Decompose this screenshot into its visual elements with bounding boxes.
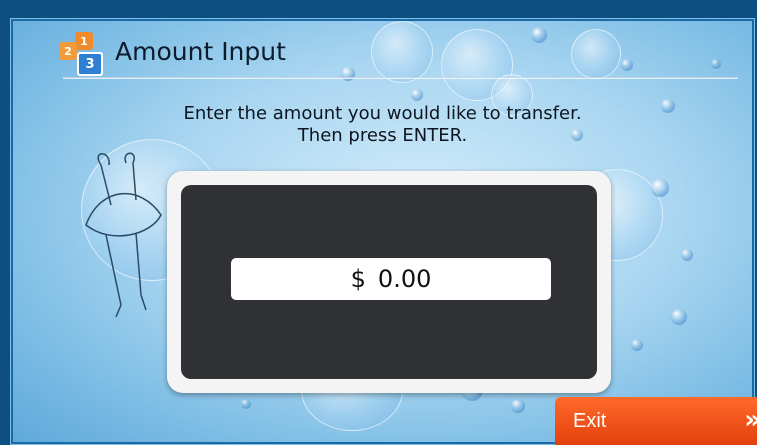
- title-divider: [63, 77, 738, 79]
- amount-input-frame: $ 0.00: [167, 171, 611, 393]
- instruction-line-2: Then press ENTER.: [297, 125, 468, 146]
- decorative-bubble: [651, 179, 669, 197]
- chevron-right-icon: »: [744, 405, 757, 435]
- decorative-bubble: [511, 399, 525, 413]
- amount-input[interactable]: $ 0.00: [231, 258, 551, 300]
- decorative-bubble: [531, 27, 547, 43]
- instruction-line-1: Enter the amount you would like to trans…: [183, 103, 582, 124]
- step-2-badge: 2: [59, 42, 77, 60]
- step-1-badge: 1: [75, 32, 93, 50]
- step-3-badge: 3: [77, 52, 103, 76]
- decorative-bubble: [621, 59, 633, 71]
- atm-screen: 1 2 3 Amount Input Enter the amount you …: [0, 0, 757, 445]
- decorative-bubble: [411, 89, 423, 101]
- exit-button-label: Exit: [573, 409, 607, 432]
- decorative-bubble: [681, 249, 693, 261]
- decorative-bubble: [241, 399, 251, 409]
- decorative-bubble: [671, 309, 687, 325]
- decorative-bubble: [631, 339, 643, 351]
- background-panel: 1 2 3 Amount Input Enter the amount you …: [10, 18, 755, 445]
- decorative-bubble: [371, 21, 433, 83]
- decorative-bubble: [571, 29, 621, 79]
- header: 1 2 3 Amount Input: [55, 30, 286, 76]
- exit-button[interactable]: Exit »: [555, 397, 757, 445]
- decorative-bubble: [711, 59, 721, 69]
- amount-input-panel: $ 0.00: [181, 185, 597, 379]
- currency-symbol: $: [350, 265, 366, 293]
- instruction-text: Enter the amount you would like to trans…: [11, 103, 754, 147]
- step-indicator-icon: 1 2 3: [55, 30, 105, 76]
- amount-value: 0.00: [377, 265, 432, 293]
- jellyfish-illustration: [85, 152, 162, 318]
- page-title: Amount Input: [115, 36, 286, 66]
